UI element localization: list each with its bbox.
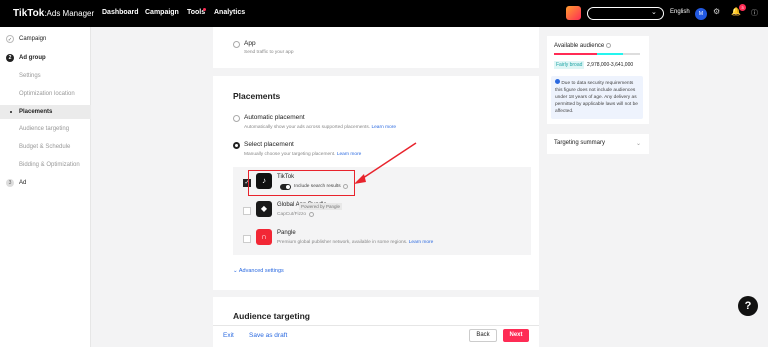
- learn-more-link[interactable]: Learn more: [371, 125, 396, 130]
- sidebar-item-label: Ad group: [19, 55, 46, 61]
- sidebar-item-budget-schedule[interactable]: Budget & Schedule: [0, 140, 91, 154]
- sidebar-item-bidding-optimization[interactable]: Bidding & Optimization: [0, 158, 91, 172]
- logo-main-text: TikTok: [13, 8, 45, 19]
- advanced-settings-label: Advanced settings: [238, 268, 284, 274]
- automatic-desc-text: Automatically show your ads across suppo…: [244, 125, 371, 130]
- tools-notification-dot: [203, 8, 206, 11]
- available-audience-label: Available audience: [554, 43, 611, 49]
- pangle-checkbox[interactable]: [243, 235, 251, 243]
- select-placement-label: Select placement: [244, 141, 294, 148]
- sidebar-item-optimization-location[interactable]: Optimization location: [0, 87, 91, 101]
- global-app-bundle-icon: ◆: [256, 201, 272, 217]
- sidebar-item-placements[interactable]: Placements: [0, 105, 91, 119]
- exit-link[interactable]: Exit: [223, 332, 234, 339]
- note-text: Due to data security requirements this f…: [555, 81, 638, 114]
- back-button[interactable]: Back: [469, 329, 497, 342]
- sidebar-item-label: Optimization location: [19, 91, 75, 97]
- sidebar: ✓ Campaign 2 Ad group Settings Optimizat…: [0, 27, 91, 347]
- global-app-bundle-checkbox[interactable]: [243, 207, 251, 215]
- automatic-placement-radio[interactable]: [233, 115, 240, 122]
- audience-range: 2,978,000-3,641,000: [587, 62, 634, 68]
- info-icon[interactable]: [605, 43, 611, 48]
- top-navigation-bar: TikTok:Ads Manager Dashboard Campaign To…: [0, 0, 768, 27]
- help-icon[interactable]: ⓘ: [751, 8, 758, 18]
- app-radio[interactable]: [233, 41, 240, 48]
- app-option-desc: Send traffic to your app: [244, 50, 294, 55]
- pangle-name: Pangle: [277, 230, 296, 236]
- chevron-down-icon: ⌄: [651, 9, 657, 16]
- highlight-box: [248, 170, 355, 196]
- automatic-placement-label: Automatic placement: [244, 114, 305, 121]
- available-audience-text: Available audience: [554, 43, 605, 50]
- sidebar-item-ad[interactable]: 3 Ad: [0, 176, 91, 190]
- notification-badge: 3: [739, 4, 746, 11]
- data-security-note: Due to data security requirements this f…: [551, 76, 643, 119]
- destination-card: [213, 27, 539, 68]
- pangle-icon: ∩: [256, 229, 272, 245]
- save-as-draft-link[interactable]: Save as draft: [249, 332, 287, 339]
- sidebar-item-audience-targeting[interactable]: Audience targeting: [0, 122, 91, 136]
- help-question-icon[interactable]: ?: [738, 296, 758, 316]
- app-option-label: App: [244, 40, 256, 47]
- powered-by-pangle-tag: Powered by Pangle: [299, 203, 343, 210]
- sidebar-item-campaign[interactable]: ✓ Campaign: [0, 32, 91, 46]
- tiktok-ads-manager-logo[interactable]: TikTok:Ads Manager: [13, 8, 94, 19]
- nav-campaign[interactable]: Campaign: [145, 9, 179, 16]
- audience-size-bar: [554, 53, 640, 55]
- sidebar-item-ad-group[interactable]: 2 Ad group: [0, 51, 91, 65]
- pangle-desc: Premium global publisher network, availa…: [277, 240, 433, 245]
- pangle-desc-text: Premium global publisher network, availa…: [277, 240, 408, 245]
- sidebar-item-label: Audience targeting: [19, 126, 70, 132]
- settings-icon[interactable]: ⚙: [713, 7, 720, 16]
- sidebar-item-label: Budget & Schedule: [19, 144, 71, 150]
- sidebar-item-settings[interactable]: Settings: [0, 69, 91, 83]
- sidebar-item-label: Bidding & Optimization: [19, 162, 80, 168]
- nav-dashboard[interactable]: Dashboard: [102, 9, 139, 16]
- learn-more-link[interactable]: Learn more: [409, 240, 434, 245]
- select-desc-text: Manually choose your targeting placement…: [244, 152, 336, 157]
- nav-analytics[interactable]: Analytics: [214, 9, 245, 16]
- global-app-bundle-desc: CapCut/Fizzo: [277, 212, 307, 217]
- info-icon[interactable]: [309, 212, 314, 217]
- annotation-arrow-icon: [354, 142, 417, 184]
- audience-targeting-title: Audience targeting: [233, 311, 310, 321]
- sidebar-item-label: Campaign: [19, 36, 47, 42]
- info-icon: [555, 79, 560, 84]
- audience-breadth-badge: Fairly broad: [554, 61, 585, 69]
- step-number: 2: [6, 54, 14, 62]
- targeting-summary-label: Targeting summary: [554, 140, 606, 146]
- automatic-placement-desc: Automatically show your ads across suppo…: [244, 125, 396, 130]
- select-placement-radio[interactable]: [233, 142, 240, 149]
- chevron-down-icon[interactable]: ⌄: [636, 140, 641, 147]
- sidebar-item-label: Ad: [19, 180, 27, 186]
- next-button[interactable]: Next: [503, 329, 529, 342]
- sidebar-item-label: Placements: [19, 109, 53, 115]
- logo-sub-text: Ads Manager: [46, 9, 95, 18]
- avatar[interactable]: M: [695, 8, 707, 20]
- step-number: 3: [6, 179, 14, 187]
- language-selector[interactable]: English: [670, 9, 690, 15]
- check-icon: ✓: [6, 35, 14, 43]
- sidebar-item-label: Settings: [19, 73, 41, 79]
- placements-title: Placements: [233, 91, 281, 101]
- account-icon[interactable]: [566, 6, 581, 20]
- select-placement-desc: Manually choose your targeting placement…: [244, 152, 361, 157]
- advanced-settings-link[interactable]: ⌄ Advanced settings: [233, 268, 284, 274]
- active-dot: [10, 111, 12, 113]
